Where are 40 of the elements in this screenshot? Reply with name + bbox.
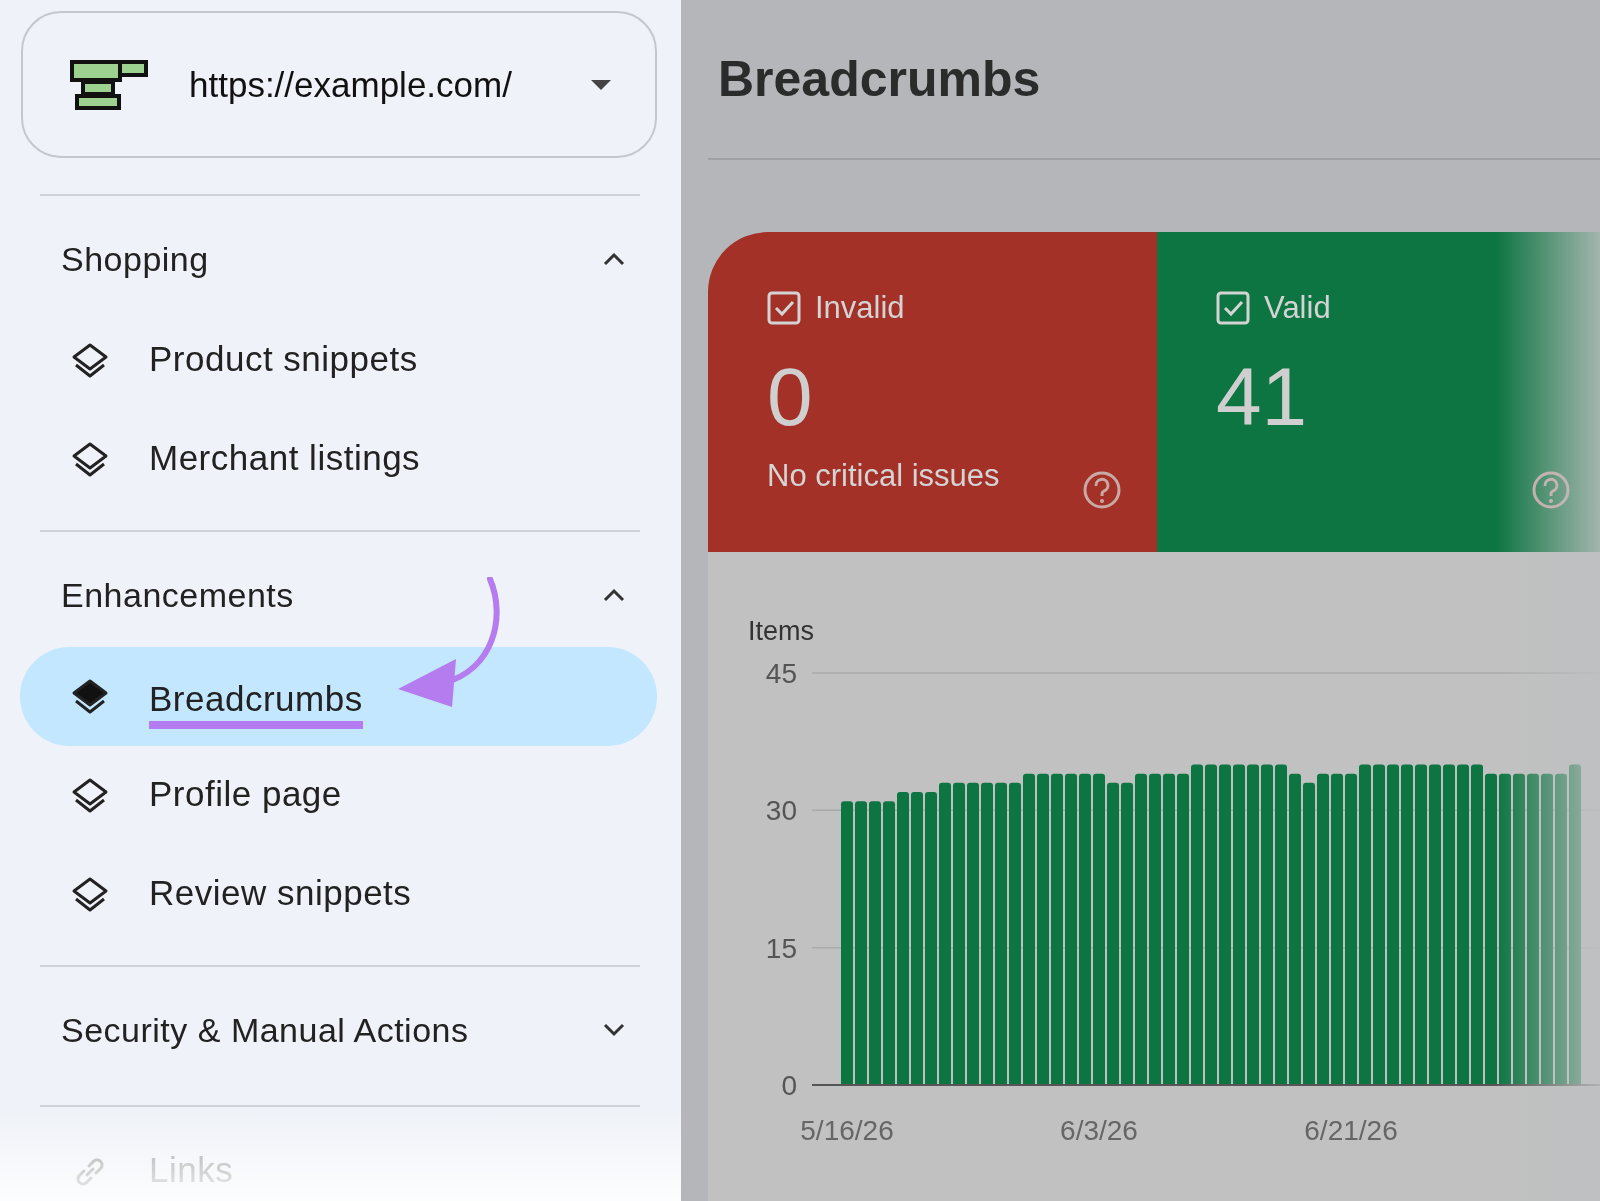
checkbox[interactable]: [1216, 291, 1250, 325]
card-count: 0: [767, 356, 814, 438]
nav-item[interactable]: Review snippets: [20, 845, 657, 944]
status-card[interactable]: Valid 41: [1157, 232, 1600, 552]
y-tick-label: 45: [765, 658, 797, 689]
chevron-icon: [603, 1023, 625, 1037]
page-title: Breadcrumbs: [718, 50, 1041, 108]
chevron-icon: [603, 252, 625, 266]
x-tick-label: 6/3/26: [1060, 1115, 1138, 1146]
site-url: https://example.com/: [189, 64, 513, 105]
card-label: Valid: [1264, 290, 1331, 326]
x-tick-label: 6/21/26: [1304, 1115, 1398, 1146]
section-header[interactable]: Security & Manual Actions: [61, 1005, 625, 1055]
y-tick-label: 15: [765, 932, 797, 964]
checkbox[interactable]: [767, 291, 801, 325]
layers-icon: [71, 677, 109, 716]
nav-item[interactable]: Product snippets: [20, 311, 657, 410]
layers-icon: [71, 875, 109, 914]
x-tick-label: 5/16/26: [800, 1115, 894, 1146]
layers-icon: [71, 776, 109, 815]
nav-item[interactable]: Profile page: [20, 746, 657, 845]
status-card[interactable]: Invalid 0 No critical issues: [708, 232, 1157, 552]
property-selector[interactable]: https://example.com/: [21, 11, 657, 158]
help-icon[interactable]: [1082, 470, 1122, 510]
dropdown-caret-icon: [591, 79, 611, 90]
help-icon[interactable]: [1531, 470, 1571, 510]
nav-item[interactable]: Merchant listings: [20, 410, 657, 509]
y-tick-label: 30: [765, 795, 797, 827]
section-header[interactable]: Enhancements: [61, 570, 625, 620]
y-tick-label: 0: [781, 1070, 797, 1101]
nav-item[interactable]: Breadcrumbs: [20, 647, 657, 746]
layers-icon: [71, 440, 109, 479]
card-description: No critical issues: [767, 458, 1000, 494]
logo-icon: [69, 58, 149, 111]
axis-title: Items: [748, 616, 814, 646]
chevron-icon: [603, 588, 625, 602]
card-label: Invalid: [815, 290, 905, 326]
section-header[interactable]: Shopping: [61, 234, 625, 284]
layers-icon: [71, 341, 109, 380]
card-count: 41: [1216, 356, 1309, 438]
